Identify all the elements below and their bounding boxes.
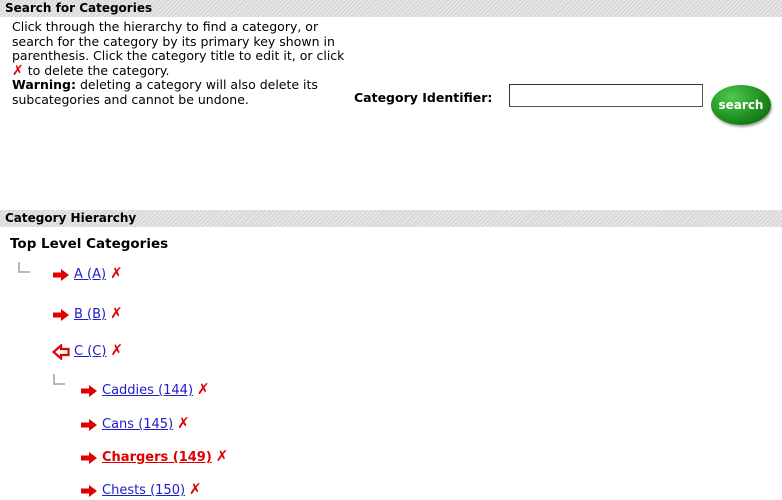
delete-x-icon[interactable]: ✗ [216,447,229,465]
right-arrow-icon[interactable] [80,451,98,465]
category-node-caddies: Caddies (144) ✗ [80,380,210,398]
tree-elbow-icon [53,374,65,385]
delete-x-icon[interactable]: ✗ [110,304,123,322]
delete-x-icon: ✗ [12,62,24,79]
right-arrow-icon[interactable] [80,484,98,498]
category-identifier-input[interactable] [509,84,703,107]
left-arrow-outline-icon[interactable] [51,342,70,361]
category-link-b[interactable]: B (B) [74,307,106,322]
warning-label: Warning: [12,77,76,93]
right-arrow-icon[interactable] [80,384,98,398]
category-node-a: A (A) ✗ [52,264,123,282]
right-arrow-icon[interactable] [52,268,70,282]
delete-x-icon[interactable]: ✗ [110,264,123,282]
top-level-title: Top Level Categories [10,236,169,252]
hierarchy-section-header: Category Hierarchy [0,210,782,227]
search-instructions: Click through the hierarchy to find a ca… [12,19,352,108]
category-link-cans[interactable]: Cans (145) [102,417,173,432]
category-node-c: C (C) ✗ [51,341,123,361]
category-node-chests: Chests (150) ✗ [80,480,202,498]
tree-elbow-icon [18,262,30,273]
delete-x-icon[interactable]: ✗ [110,341,123,359]
delete-x-icon[interactable]: ✗ [177,414,190,432]
category-identifier-label: Category Identifier: [354,90,493,105]
category-link-chargers[interactable]: Chargers (149) [102,450,212,465]
right-arrow-icon[interactable] [52,308,70,322]
category-link-a[interactable]: A (A) [74,267,106,282]
delete-x-icon[interactable]: ✗ [197,380,210,398]
category-link-c[interactable]: C (C) [74,344,106,359]
category-link-chests[interactable]: Chests (150) [102,483,185,498]
category-node-chargers: Chargers (149) ✗ [80,447,228,465]
category-link-caddies[interactable]: Caddies (144) [102,383,193,398]
search-button[interactable]: search [711,85,771,125]
delete-x-icon[interactable]: ✗ [189,480,202,498]
category-node-b: B (B) ✗ [52,304,123,322]
instructions-text-2: to delete the category. [27,62,170,78]
instructions-text: Click through the hierarchy to find a ca… [12,19,345,64]
category-node-cans: Cans (145) ✗ [80,414,190,432]
right-arrow-icon[interactable] [80,418,98,432]
search-section-header: Search for Categories [0,0,782,17]
